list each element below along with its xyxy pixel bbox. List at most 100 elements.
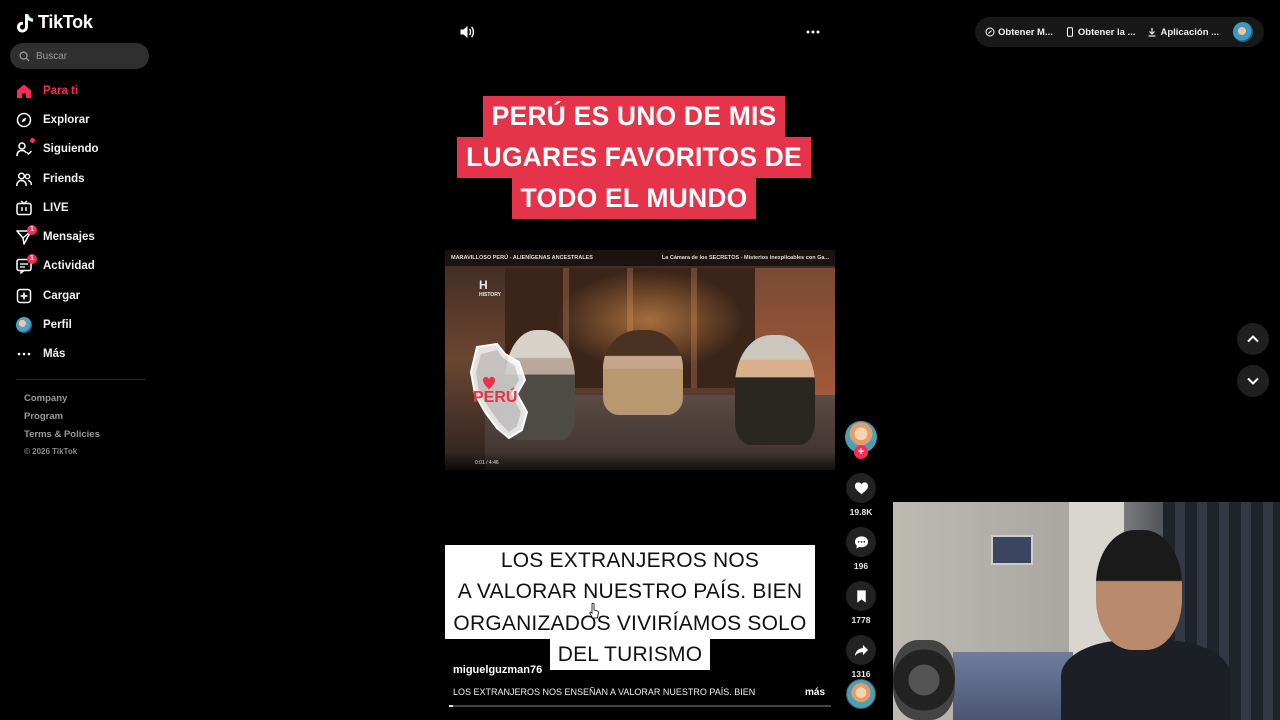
action-rail: + 19.8K 196 1778 1316: [845, 421, 877, 681]
nav-item-siguiendo[interactable]: Siguiendo: [0, 135, 160, 164]
download-icon: [1148, 28, 1156, 37]
comment-count: 196: [853, 561, 869, 571]
video-progress-bar[interactable]: [449, 705, 831, 707]
search-box[interactable]: [10, 43, 149, 69]
desktop-app-label: Aplicación ...: [1160, 26, 1220, 38]
sound-disc[interactable]: [846, 679, 876, 709]
messages-icon: 1: [16, 225, 37, 245]
previous-video-button[interactable]: [1237, 323, 1269, 355]
save-count: 1778: [851, 615, 871, 625]
nav-label: Perfil: [43, 319, 72, 332]
caption-top-line: PERÚ ES UNO DE MIS: [482, 96, 786, 137]
chevron-down-icon: [1247, 377, 1259, 385]
search-input[interactable]: [36, 50, 136, 62]
caption-bottom: LOS EXTRANJEROS NOS ENSEÑAN A VALORAR NU…: [445, 545, 815, 671]
author-username[interactable]: miguelguzman76: [453, 664, 542, 676]
embedded-controls: 0:01 / 4:46: [445, 452, 835, 470]
caption-top: PERÚ ES UNO DE MIS LUGARES FAVORITOS DE …: [450, 96, 818, 219]
comment-button[interactable]: 196: [845, 527, 877, 573]
sidebar-divider: [16, 379, 146, 380]
wall-poster: [991, 535, 1033, 565]
nav-item-friends[interactable]: Friends: [0, 164, 160, 193]
get-app-label: Obtener la ...: [1077, 26, 1136, 38]
nav-label: Siguiendo: [43, 143, 99, 156]
caption-top-line: TODO EL MUNDO: [511, 178, 757, 219]
more-description-button[interactable]: más: [805, 687, 825, 698]
footer-link-company[interactable]: Company: [24, 390, 100, 408]
get-coins-label: Obtener M...: [998, 26, 1053, 38]
nav-item-actividad[interactable]: 1 Actividad: [0, 252, 160, 281]
video-progress-fill: [449, 705, 453, 707]
mouse-cursor-icon: [589, 603, 599, 619]
history-logo: H HISTORY: [479, 278, 501, 298]
brand-name: TikTok: [38, 12, 93, 32]
user-avatar[interactable]: [1233, 22, 1254, 42]
next-video-button[interactable]: [1237, 365, 1269, 397]
nav-item-live[interactable]: LIVE: [0, 193, 160, 222]
nav-label: Actividad: [43, 260, 95, 273]
caption-bottom-line: A VALORAR NUESTRO PAÍS. BIEN: [449, 576, 811, 608]
share-button[interactable]: 1316: [845, 635, 877, 681]
nav-item-cargar[interactable]: Cargar: [0, 281, 160, 310]
embedded-title: MARAVILLOSO PERÚ - ALIENÍGENAS ANCESTRAL…: [451, 255, 593, 261]
desktop-app-button[interactable]: Aplicación ...: [1147, 27, 1219, 38]
history-logo-letter: H: [479, 278, 488, 292]
nav-label: Cargar: [43, 289, 81, 302]
creator-avatar[interactable]: +: [845, 421, 877, 459]
nav-item-perfil[interactable]: Perfil: [0, 310, 160, 339]
sidebar-footer: Company Program Terms & Policies © 2026 …: [24, 390, 100, 459]
webcam-person: [1061, 530, 1231, 720]
tiktok-logo[interactable]: TikTok: [16, 12, 93, 33]
activity-badge: 1: [27, 254, 37, 265]
share-icon: [854, 644, 868, 656]
heart-icon: [854, 481, 868, 494]
caption-top-line: LUGARES FAVORITOS DE: [457, 137, 811, 178]
follow-plus-icon[interactable]: +: [854, 445, 868, 459]
save-button[interactable]: 1778: [845, 581, 877, 627]
activity-icon: 1: [16, 254, 37, 275]
desk-fan: [893, 640, 955, 720]
comment-icon: [854, 535, 868, 549]
nav-label: Explorar: [43, 113, 90, 126]
nav-item-para-ti[interactable]: Para ti: [0, 76, 160, 105]
phone-icon: [1066, 27, 1073, 37]
top-actions-bar: Obtener M... Obtener la ... Aplicación .…: [975, 17, 1264, 47]
video-description: LOS EXTRANJEROS NOS ENSEÑAN A VALORAR NU…: [453, 687, 756, 697]
nav-label: LIVE: [43, 201, 69, 214]
embedded-header: MARAVILLOSO PERÚ - ALIENÍGENAS ANCESTRAL…: [445, 250, 835, 266]
friends-icon: [16, 171, 32, 187]
compass-icon: [16, 112, 32, 128]
like-button[interactable]: 19.8K: [845, 473, 877, 519]
more-options-icon[interactable]: [805, 24, 821, 40]
main-nav: Para ti Explorar Siguiendo Friends LIVE …: [0, 76, 160, 369]
get-coins-button[interactable]: Obtener M...: [985, 27, 1053, 38]
search-icon: [19, 50, 30, 62]
coin-icon: [985, 27, 995, 37]
bookmark-icon: [856, 589, 866, 603]
person-center: [603, 330, 683, 415]
nav-item-mensajes[interactable]: 1 Mensajes: [0, 222, 160, 251]
more-icon: [16, 346, 32, 362]
chevron-up-icon: [1247, 335, 1259, 343]
copyright: © 2026 TikTok: [24, 447, 78, 456]
nav-label: Más: [43, 348, 66, 361]
live-icon: [16, 200, 32, 216]
following-icon: [16, 138, 35, 157]
nav-item-mas[interactable]: Más: [0, 340, 160, 369]
notification-dot: [30, 138, 35, 144]
get-app-button[interactable]: Obtener la ...: [1065, 26, 1136, 38]
embedded-video-frame: MARAVILLOSO PERÚ - ALIENÍGENAS ANCESTRAL…: [445, 250, 835, 470]
sidebar: TikTok Para ti Explorar Siguiendo: [0, 0, 160, 720]
caption-bottom-line: DEL TURISMO: [549, 638, 711, 671]
nav-item-explorar[interactable]: Explorar: [0, 105, 160, 134]
caption-bottom-line: ORGANIZADOS VIVIRÍAMOS SOLO: [445, 607, 815, 639]
tiktok-logo-icon: [17, 13, 34, 32]
nav-label: Mensajes: [43, 231, 95, 244]
webcam-overlay: [893, 502, 1280, 720]
volume-icon[interactable]: [459, 24, 475, 40]
upload-icon: [16, 288, 32, 304]
profile-avatar: [16, 317, 32, 334]
footer-link-terms[interactable]: Terms & Policies: [24, 426, 100, 444]
footer-link-program[interactable]: Program: [24, 408, 100, 426]
person-right: [735, 335, 815, 445]
